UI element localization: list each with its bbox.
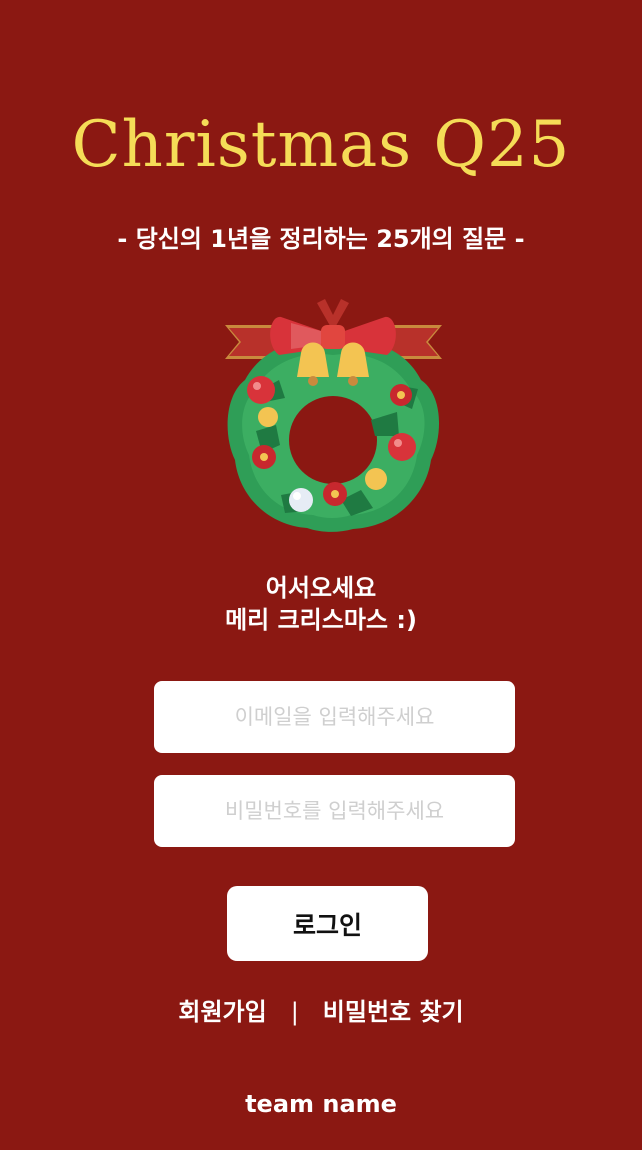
login-screen: Christmas Q25 - 당신의 1년을 정리하는 25개의 질문 - 어… <box>0 0 642 1150</box>
link-separator: | <box>290 998 299 1026</box>
account-links: 회원가입 | 비밀번호 찾기 <box>0 992 642 1032</box>
welcome-line-2: 메리 크리스마스 :) <box>225 606 417 634</box>
email-input[interactable] <box>154 681 515 753</box>
app-subtitle: - 당신의 1년을 정리하는 25개의 질문 - <box>117 225 525 253</box>
find-password-link[interactable]: 비밀번호 찾기 <box>323 998 464 1026</box>
signup-link[interactable]: 회원가입 <box>178 998 266 1026</box>
welcome-message: 어서오세요 메리 크리스마스 :) <box>0 572 642 636</box>
christmas-wreath-icon <box>225 299 442 532</box>
password-input[interactable] <box>154 775 515 847</box>
team-name: team name <box>245 1090 397 1118</box>
welcome-line-1: 어서오세요 <box>265 574 377 602</box>
login-button[interactable]: 로그인 <box>227 886 428 961</box>
app-title: Christmas Q25 <box>71 108 571 182</box>
